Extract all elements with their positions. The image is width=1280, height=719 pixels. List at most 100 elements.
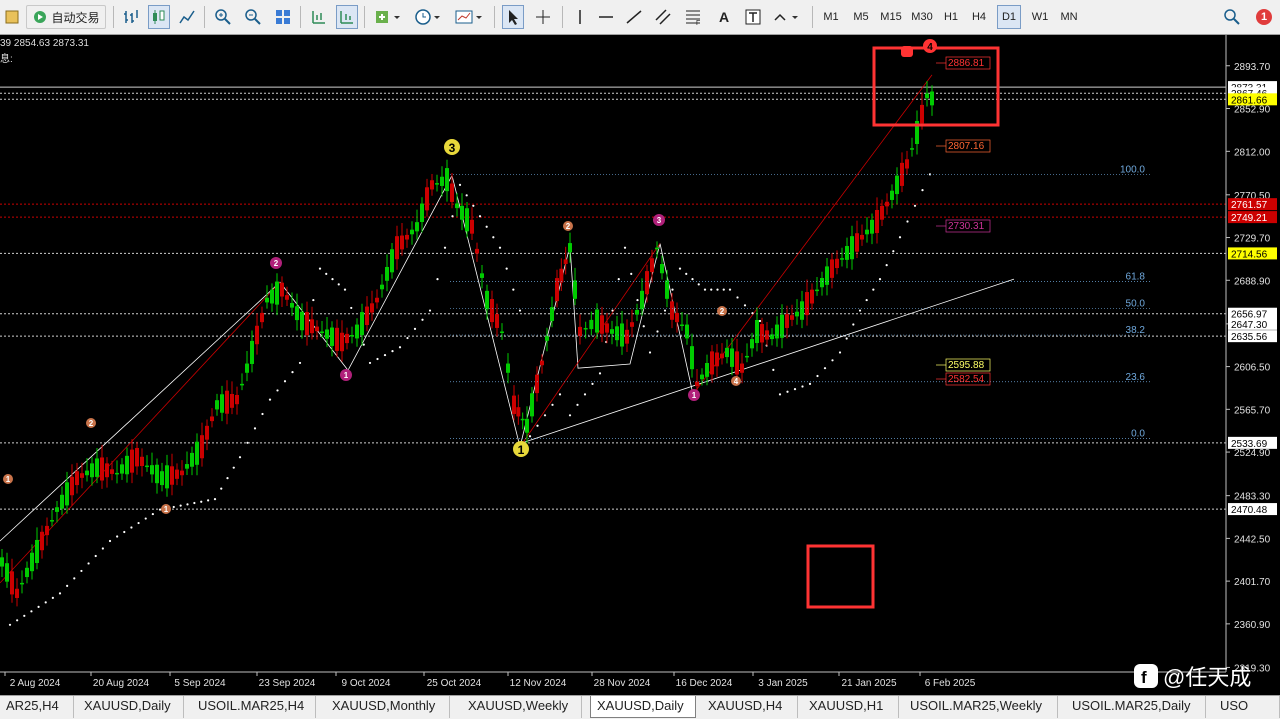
sar-dot [801,385,804,388]
fib-level-label: 23.6 [1126,372,1146,383]
candle-body [870,219,874,234]
sar-dot [823,367,827,370]
sar-dot [391,350,394,353]
auto-scroll-icon[interactable] [336,5,358,29]
cursor-icon[interactable] [502,5,524,29]
tab-chart-active[interactable]: XAUUSD,Daily [590,696,696,718]
wave-count-label: 2 [274,259,279,268]
timeframe-m30[interactable]: M30 [909,5,935,29]
tile-windows-icon[interactable] [272,5,294,29]
horizontal-line-icon[interactable] [596,5,616,29]
candle-body [270,289,274,304]
sar-dot [207,499,210,502]
candle-body [225,390,229,414]
sar-dot [648,351,652,354]
timeframe-m1[interactable]: M1 [820,5,842,29]
candle-body [40,531,44,551]
sar-dot [238,456,242,459]
candle-body [568,243,572,253]
candle-body [35,539,39,563]
candle-body [720,353,724,359]
chart-shift-icon[interactable] [308,5,330,29]
candle-body [840,258,844,260]
sar-dot [331,278,334,281]
sar-dot [623,246,627,249]
timeframe-h4[interactable]: H4 [968,5,990,29]
zoom-in-icon[interactable] [212,5,234,29]
search-icon[interactable] [1222,5,1242,29]
equidistant-channel-icon[interactable] [652,5,674,29]
fibonacci-retracement-icon[interactable]: F [682,5,704,29]
candlestick-chart-icon[interactable] [148,5,170,29]
sar-dot [885,264,888,267]
candle-body [425,187,429,211]
sar-dot [551,403,554,406]
sar-dot [101,547,104,550]
tab-chart[interactable]: USOIL.MAR25,Daily [1066,696,1206,718]
candle-body [315,326,319,332]
candle-body [195,441,199,465]
watermark-text: @任天成 [1163,665,1252,690]
sar-dot [485,225,488,228]
auto-trading-button[interactable]: 自动交易 [26,5,106,29]
candle-body [295,306,299,321]
sar-dot [845,337,848,340]
candle-body [260,312,264,323]
zoom-out-icon[interactable] [242,5,264,29]
sar-dot [51,596,54,599]
candle-body [390,249,394,273]
timeframe-m5[interactable]: M5 [850,5,872,29]
tab-chart[interactable]: AR25,H4 [0,696,74,718]
candle-body [310,319,314,334]
vertical-line-icon[interactable] [570,5,590,29]
text-label-icon[interactable] [742,5,764,29]
candle-body [550,307,554,321]
price-chart[interactable]: 100.0 61.8 50.0 38.2 23.6 0.0 1 2 1 2 3 1 2 3 1 2 1 4 288… [0,35,1280,695]
periods-icon[interactable] [412,5,444,29]
candle-body [115,472,119,475]
sar-dot [858,309,862,312]
timeframe-h1[interactable]: H1 [940,5,962,29]
tab-chart[interactable]: XAUUSD,Monthly [326,696,450,718]
tab-chart[interactable]: USO [1214,696,1280,718]
candle-body [80,473,84,478]
templates-icon[interactable] [452,5,486,29]
notification-count: 1 [1260,11,1268,23]
sar-dot [368,361,372,365]
timeframe-mn[interactable]: MN [1056,5,1082,29]
text-tool-button[interactable]: A [714,5,734,29]
candle-body [445,168,449,192]
crosshair-icon[interactable] [532,5,554,29]
tab-chart[interactable]: XAUUSD,Daily [78,696,184,718]
tab-chart[interactable]: XAUUSD,Weekly [462,696,582,718]
trendline-icon[interactable] [624,5,644,29]
bar-chart-icon[interactable] [120,5,142,29]
timeframe-w1[interactable]: W1 [1028,5,1052,29]
candle-body [695,381,699,387]
arrows-icon[interactable] [770,5,804,29]
line-chart-icon[interactable] [176,5,198,29]
candle-body [545,336,549,341]
tab-chart[interactable]: USOIL.MAR25,H4 [192,696,316,718]
candle-body [530,393,534,417]
sar-dot [492,236,495,239]
tab-chart[interactable]: XAUUSD,H1 [803,696,899,718]
candle-body [563,259,568,264]
sar-dot [193,501,196,505]
sar-dot [576,403,579,406]
price-axis-label: 2606.50 [1234,363,1271,374]
new-order-icon[interactable] [2,5,22,29]
date-axis-label: 9 Oct 2024 [342,678,391,689]
sar-dot [428,309,432,312]
timeframe-d1[interactable]: D1 [997,5,1021,29]
date-axis-label: 28 Nov 2024 [594,678,651,689]
notifications-button[interactable]: 1 [1252,5,1276,29]
timeframe-m15[interactable]: M15 [878,5,904,29]
tab-chart[interactable]: USOIL.MAR25,Weekly [904,696,1058,718]
sar-dot [58,592,62,595]
tab-chart[interactable]: XAUUSD,H4 [702,696,798,718]
candle-body [460,205,464,220]
candle-body [480,273,484,278]
candle-body [90,463,94,478]
indicators-icon[interactable] [372,5,404,29]
